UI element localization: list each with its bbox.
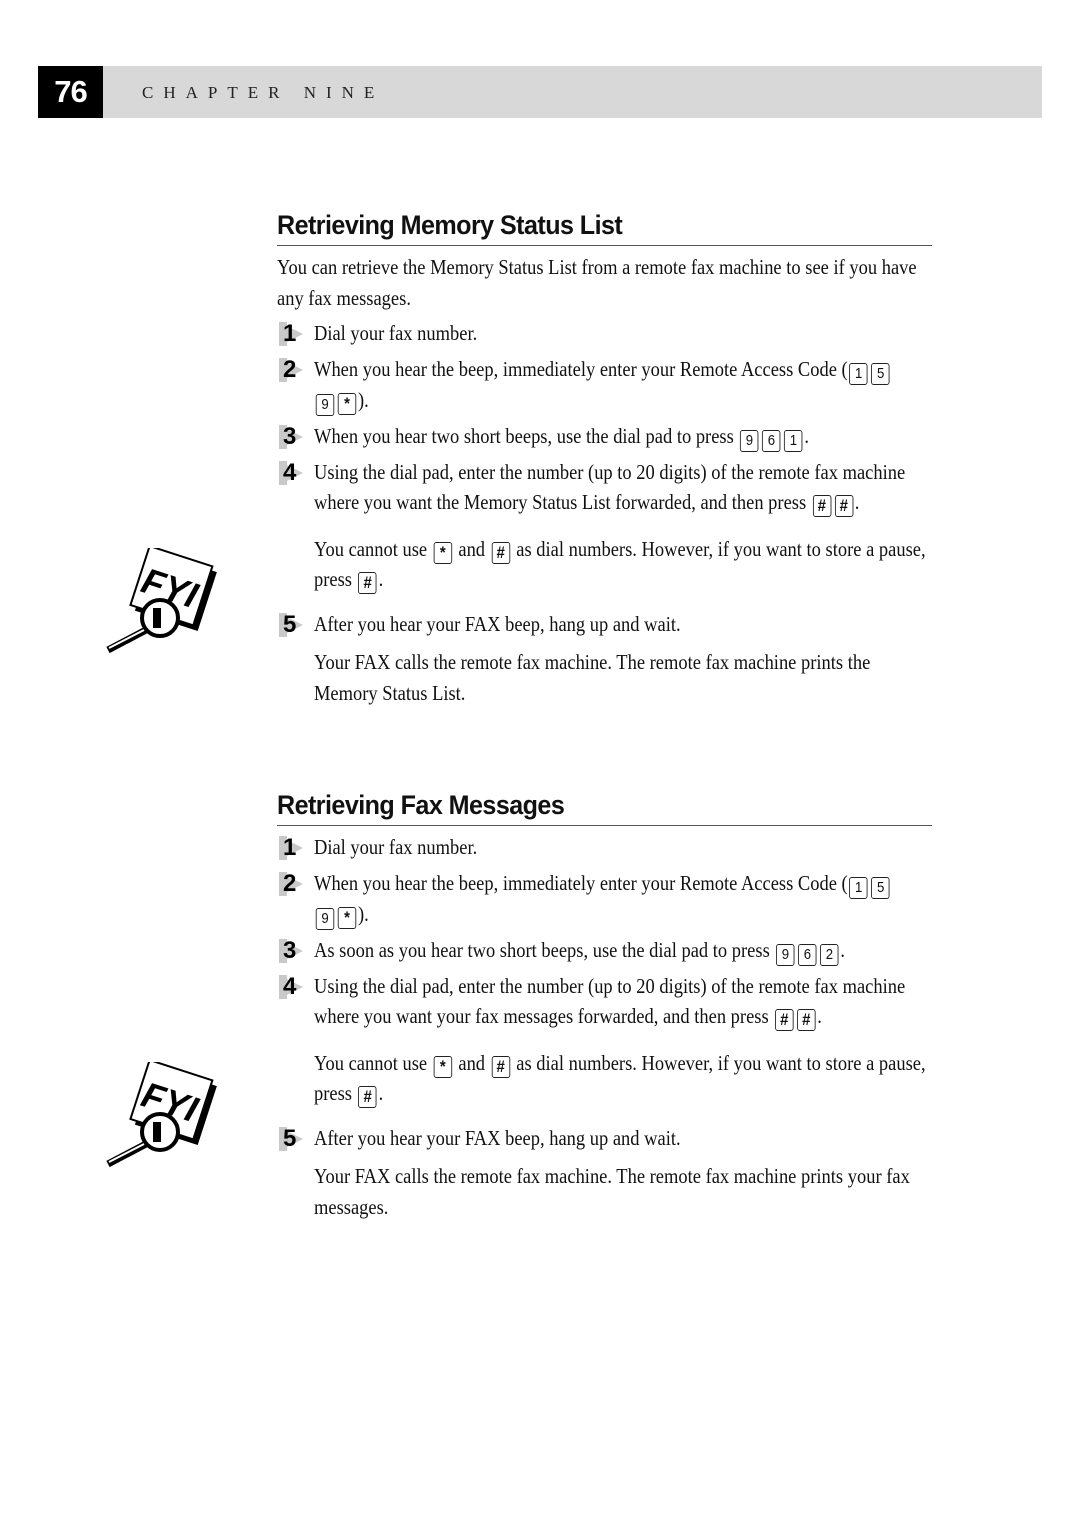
- step-4: 4 Using the dial pad, enter the number (…: [277, 971, 932, 1032]
- chapter-title: CHAPTER NINE: [142, 83, 385, 102]
- key-hash: #: [491, 1055, 510, 1078]
- result-paragraph: Your FAX calls the remote fax machine. T…: [277, 1161, 932, 1222]
- key-6: 6: [798, 943, 817, 966]
- step-number-badge: 2: [277, 868, 309, 898]
- step-number-badge: 3: [277, 421, 309, 451]
- step-text: Dial your fax number.: [314, 321, 478, 345]
- key-1: 1: [849, 362, 868, 385]
- step-2: 2 When you hear the beep, immediately en…: [277, 868, 932, 930]
- key-hash: #: [834, 495, 854, 517]
- step-number-badge: 4: [277, 457, 309, 487]
- key-star: *: [337, 392, 357, 415]
- step-3: 3 As soon as you hear two short beeps, u…: [277, 935, 932, 966]
- title-rule: [277, 825, 932, 826]
- step-number-badge: 3: [277, 935, 309, 965]
- key-9: 9: [740, 429, 759, 452]
- step-4: 4 Using the dial pad, enter the number (…: [277, 457, 932, 518]
- step-2: 2 When you hear the beep, immediately en…: [277, 354, 932, 416]
- result-text: Your FAX calls the remote fax machine. T…: [314, 1164, 910, 1219]
- key-hash: #: [491, 541, 510, 564]
- step-text: When you hear the beep, immediately ente…: [314, 868, 912, 930]
- step-text: Dial your fax number.: [314, 835, 478, 859]
- fyi-magnifier-icon: FYI: [106, 1062, 217, 1168]
- key-star: *: [433, 541, 452, 564]
- key-9: 9: [315, 907, 335, 930]
- step-number-badge: 1: [277, 318, 309, 348]
- step-3: 3 When you hear two short beeps, use the…: [277, 421, 932, 452]
- key-9: 9: [315, 393, 335, 416]
- result-text: Your FAX calls the remote fax machine. T…: [314, 650, 871, 705]
- step-number-badge: 1: [277, 832, 309, 862]
- key-hash: #: [775, 1009, 794, 1031]
- step-number-badge: 5: [277, 609, 309, 639]
- result-paragraph: Your FAX calls the remote fax machine. T…: [277, 647, 932, 708]
- title-rule: [277, 245, 932, 246]
- page-number: 76: [38, 66, 103, 118]
- key-1: 1: [849, 876, 868, 899]
- key-hash: #: [812, 495, 832, 517]
- step-number-badge: 4: [277, 971, 309, 1001]
- step-text: Using the dial pad, enter the number (up…: [314, 459, 906, 517]
- key-2: 2: [820, 943, 839, 966]
- step-1: 1 Dial your fax number.: [277, 832, 932, 863]
- step-text: As soon as you hear two short beeps, use…: [314, 935, 912, 966]
- step-1: 1 Dial your fax number.: [277, 318, 932, 349]
- key-1: 1: [784, 429, 803, 452]
- key-5: 5: [871, 876, 890, 899]
- section-title: Retrieving Fax Messages: [277, 790, 565, 820]
- fyi-note-text: You cannot use * and # as dial numbers. …: [314, 536, 926, 594]
- step-text: When you hear the beep, immediately ente…: [314, 354, 912, 416]
- step-5: 5 After you hear your FAX beep, hang up …: [277, 1123, 932, 1154]
- section-title: Retrieving Memory Status List: [277, 210, 623, 240]
- fyi-note-text: You cannot use * and # as dial numbers. …: [314, 1050, 926, 1108]
- step-number-badge: 5: [277, 1123, 309, 1153]
- fyi-note: You cannot use * and # as dial numbers. …: [277, 1048, 932, 1109]
- key-hash: #: [358, 572, 377, 594]
- section-fax-messages: Retrieving Fax Messages 1 Dial your fax …: [277, 789, 932, 1222]
- key-hash: #: [797, 1009, 816, 1031]
- key-hash: #: [358, 1086, 377, 1108]
- step-text: When you hear two short beeps, use the d…: [314, 421, 912, 452]
- key-9: 9: [776, 943, 795, 966]
- fyi-note: You cannot use * and # as dial numbers. …: [277, 534, 932, 595]
- step-number-badge: 2: [277, 354, 309, 384]
- intro-paragraph: You can retrieve the Memory Status List …: [277, 255, 917, 310]
- fyi-magnifier-icon: FYI: [106, 548, 217, 654]
- step-text: Using the dial pad, enter the number (up…: [314, 973, 906, 1031]
- key-6: 6: [762, 429, 781, 452]
- key-star: *: [337, 906, 357, 929]
- step-text: After you hear your FAX beep, hang up an…: [314, 1125, 681, 1150]
- key-5: 5: [871, 362, 890, 385]
- step-5: 5 After you hear your FAX beep, hang up …: [277, 609, 932, 640]
- step-text: After you hear your FAX beep, hang up an…: [314, 611, 681, 636]
- section-memory-status-list: Retrieving Memory Status List You can re…: [277, 209, 932, 708]
- key-star: *: [433, 1055, 452, 1078]
